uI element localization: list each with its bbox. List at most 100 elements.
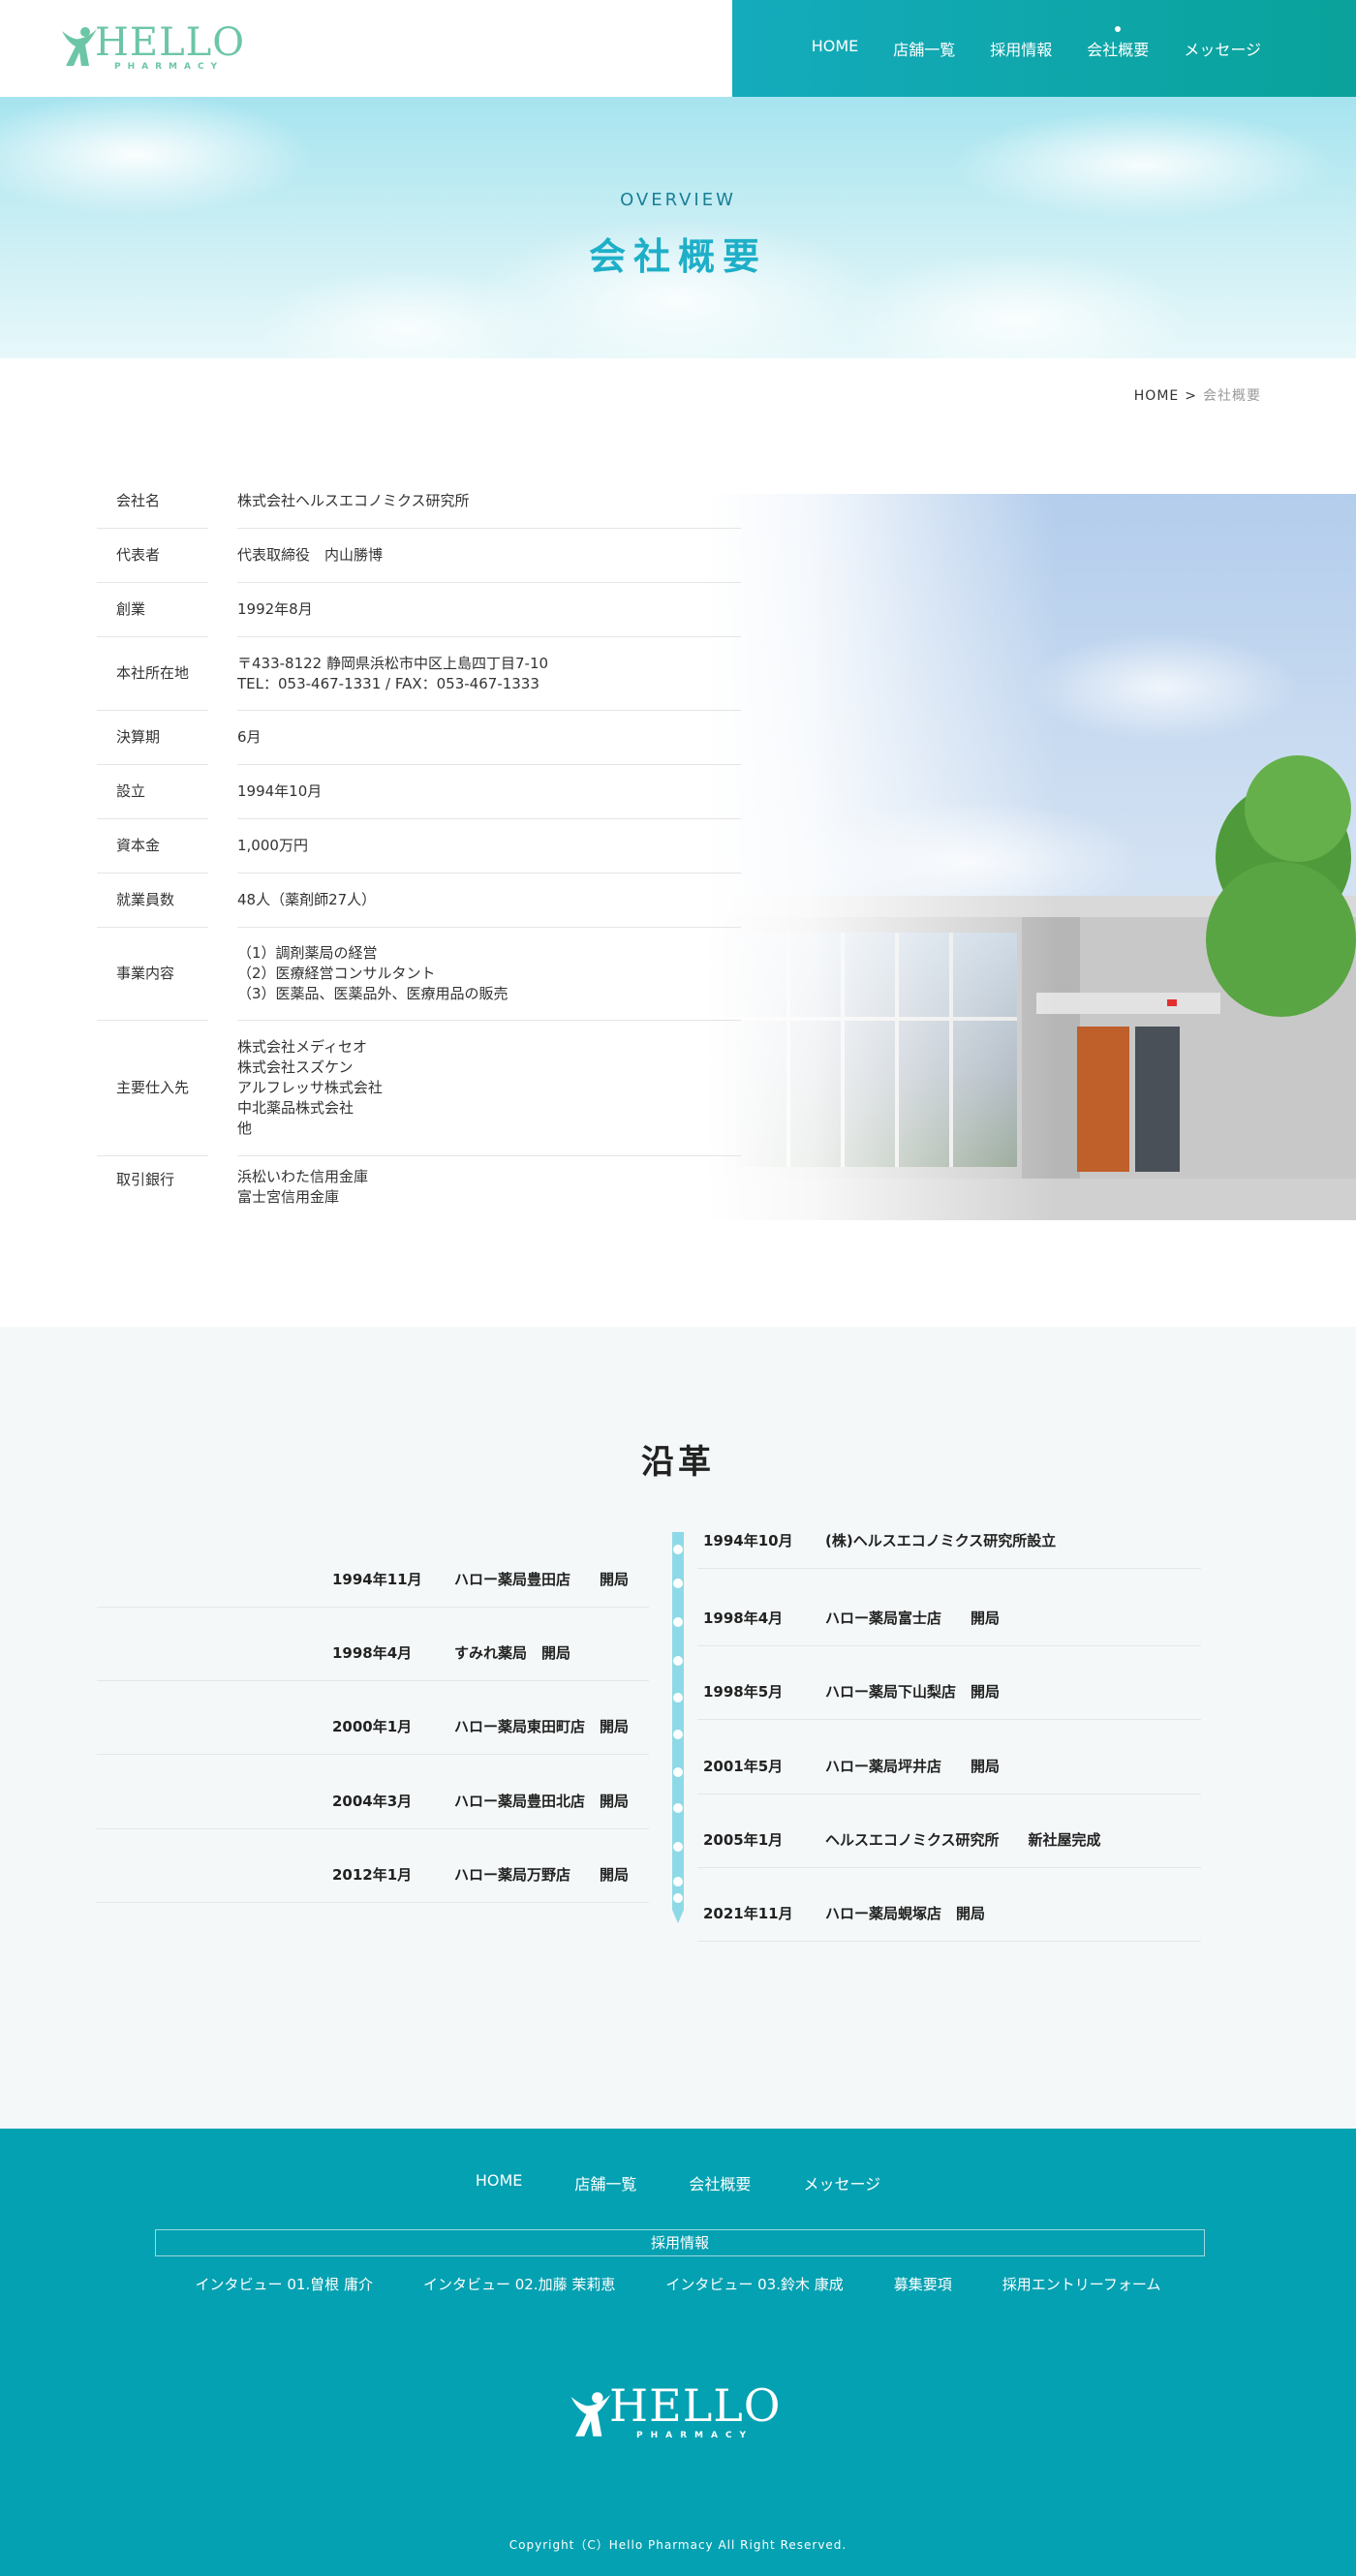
info-value-line: 株式会社ヘルスエコノミクス研究所: [237, 492, 470, 509]
timeline-date: 1998年4月: [332, 1644, 413, 1662]
info-label: 事業内容: [97, 928, 208, 1021]
timeline-dot: [673, 1730, 683, 1739]
info-row: 創業 1992年8月: [97, 583, 741, 637]
info-row: 会社名 株式会社ヘルスエコノミクス研究所: [97, 475, 741, 529]
timeline-dot: [673, 1767, 683, 1777]
footer-recruit-link[interactable]: インタビュー 03.鈴木 康成: [665, 2274, 843, 2294]
timeline-dot: [673, 1803, 683, 1813]
timeline-date: 1998年4月: [703, 1610, 784, 1627]
info-label: 設立: [97, 765, 208, 819]
timeline-dot: [673, 1877, 683, 1886]
breadcrumb-current: 会社概要: [1203, 388, 1261, 404]
timeline-date: 1998年5月: [703, 1683, 784, 1701]
info-row: 資本金 1,000万円: [97, 819, 741, 874]
info-value-line: 1992年8月: [237, 600, 313, 618]
info-label: 取引銀行: [116, 1171, 175, 1188]
info-value: 1,000万円: [237, 819, 741, 874]
timeline-item: 2005年1月 ヘルスエコノミクス研究所 新社屋完成: [697, 1829, 1201, 1868]
footer-nav-link[interactable]: HOME: [476, 2171, 523, 2194]
timeline-item: 1994年10月 (株)ヘルスエコノミクス研究所設立: [697, 1530, 1201, 1569]
timeline-event: ハロー薬局下山梨店 開局: [825, 1683, 1001, 1701]
info-row: 設立 1994年10月: [97, 765, 741, 819]
info-label: 創業: [97, 583, 208, 637]
timeline-date: 2004年3月: [332, 1793, 413, 1810]
timeline-item: 1998年4月 すみれ薬局 開局: [97, 1642, 649, 1681]
info-value: 代表取締役 内山勝博: [237, 529, 741, 583]
info-row: 代表者 代表取締役 内山勝博: [97, 529, 741, 583]
logo-subtext: PHARMACY: [114, 62, 225, 72]
footer-nav-link[interactable]: 会社概要: [689, 2171, 751, 2194]
timeline-item: 1998年4月 ハロー薬局富士店 開局: [697, 1608, 1201, 1646]
info-value-line: 〒433-8122 静岡県浜松市中区上島四丁目7-10: [237, 654, 549, 672]
footer-recruit-link[interactable]: 募集要項: [894, 2274, 952, 2294]
footer-logo[interactable]: HELLO PHARMACY: [569, 2383, 801, 2446]
person-logo-icon: [570, 2392, 611, 2437]
person-logo-icon: [62, 27, 97, 66]
footer-recruit-link[interactable]: インタビュー 01.曽根 庸介: [196, 2274, 373, 2294]
info-value: 1992年8月: [237, 583, 741, 637]
history-section: 沿革 1994年11月 ハロー薬局豊田店 開局 1998年4月 すみれ薬局 開局 200…: [0, 1327, 1356, 2131]
timeline-date: 2021年11月: [703, 1905, 793, 1922]
info-value-line: 他: [237, 1119, 253, 1137]
timeline-dot: [673, 1693, 683, 1702]
global-nav: HOME 店舗一覧 採用情報 会社概要 メッセージ: [732, 0, 1356, 97]
page-title: 会社概要: [588, 235, 767, 278]
timeline-event: ヘルスエコノミクス研究所 新社屋完成: [825, 1831, 1101, 1849]
info-row: 取引銀行 浜松いわた信用金庫 富士宮信用金庫: [97, 1156, 741, 1218]
logo-wordmark: HELLO: [95, 20, 245, 65]
footer-recruit-links: インタビュー 01.曽根 庸介 インタビュー 02.加藤 茉莉恵 インタビュー 03…: [0, 2274, 1356, 2294]
timeline-arrow-icon: [672, 1910, 684, 1923]
info-value-line: 富士宮信用金庫: [237, 1188, 340, 1206]
timeline-item: 2021年11月 ハロー薬局蜆塚店 開局: [697, 1903, 1201, 1942]
info-value-line: （3）医薬品、医薬品外、医療用品の販売: [237, 985, 508, 1002]
info-value-line: （1）調剤薬局の経営: [237, 944, 378, 962]
info-value-line: アルフレッサ株式会社: [237, 1079, 383, 1096]
info-row: 主要仕入先 株式会社メディセオ 株式会社スズケン アルフレッサ株式会社 中北薬品株式会社…: [97, 1021, 741, 1156]
info-value-line: TEL：053-467-1331 / FAX：053-467-1333: [237, 674, 539, 692]
breadcrumb: HOME > 会社概要: [1134, 385, 1261, 405]
nav-item[interactable]: 会社概要: [1087, 26, 1149, 60]
info-label: 就業員数: [97, 874, 208, 928]
info-row: 本社所在地 〒433-8122 静岡県浜松市中区上島四丁目7-10 TEL：053-…: [97, 637, 741, 711]
timeline-dot: [673, 1656, 683, 1666]
info-row: 決算期 6月: [97, 711, 741, 765]
info-value-line: 48人（薬剤師27人）: [237, 891, 377, 908]
breadcrumb-home-link[interactable]: HOME: [1134, 388, 1179, 404]
history-title: 沿革: [641, 1443, 715, 1482]
info-value: 1994年10月: [237, 765, 741, 819]
timeline-event: ハロー薬局東田町店 開局: [454, 1718, 630, 1735]
timeline-date: 2001年5月: [703, 1758, 784, 1775]
info-value-line: 1994年10月: [237, 782, 323, 800]
timeline-event: ハロー薬局豊田北店 開局: [454, 1793, 630, 1810]
footer-recruit-link[interactable]: インタビュー 02.加藤 茉莉恵: [423, 2274, 615, 2294]
site-logo[interactable]: HELLO PHARMACY: [60, 20, 245, 72]
footer-nav-link[interactable]: 店舗一覧: [574, 2171, 636, 2194]
info-value-line: （2）医療経営コンサルタント: [237, 965, 436, 982]
timeline-event: ハロー薬局蜆塚店 開局: [825, 1905, 986, 1922]
timeline-event: すみれ薬局 開局: [454, 1644, 571, 1662]
nav-item[interactable]: HOME: [812, 37, 859, 60]
info-label: 会社名: [97, 475, 208, 529]
info-value: 〒433-8122 静岡県浜松市中区上島四丁目7-10 TEL：053-467-1…: [237, 637, 741, 711]
info-label: 資本金: [97, 819, 208, 874]
nav-item[interactable]: 店舗一覧: [893, 37, 955, 60]
footer-recruit-link[interactable]: 採用エントリーフォーム: [1002, 2274, 1161, 2294]
info-value-line: 株式会社スズケン: [237, 1058, 354, 1076]
footer-recruit-heading[interactable]: 採用情報: [155, 2229, 1205, 2256]
timeline-item: 2000年1月 ハロー薬局東田町店 開局: [97, 1716, 649, 1755]
info-value-line: 代表取締役 内山勝博: [237, 546, 384, 564]
info-value-line: 浜松いわた信用金庫: [237, 1168, 369, 1185]
info-label: 本社所在地: [97, 637, 208, 711]
company-info-table: 会社名 株式会社ヘルスエコノミクス研究所代表者 代表取締役 内山勝博 創業 1992年8…: [97, 475, 741, 1218]
nav-item[interactable]: 採用情報: [990, 37, 1052, 60]
timeline-item: 1994年11月 ハロー薬局豊田店 開局: [97, 1569, 649, 1608]
info-value-line: 6月: [237, 728, 262, 746]
timeline-line: [672, 1532, 684, 1910]
timeline-item: 2004年3月 ハロー薬局豊田北店 開局: [97, 1791, 649, 1829]
timeline-dot: [673, 1893, 683, 1903]
copyright: Copyright（C）Hello Pharmacy All Right Res…: [508, 2538, 848, 2552]
info-value-line: 1,000万円: [237, 837, 308, 854]
info-value: （1）調剤薬局の経営 （2）医療経営コンサルタント （3）医薬品、医薬品外、医療用品…: [237, 928, 741, 1021]
footer-nav-link[interactable]: メッセージ: [803, 2171, 880, 2194]
nav-item[interactable]: メッセージ: [1184, 37, 1261, 60]
